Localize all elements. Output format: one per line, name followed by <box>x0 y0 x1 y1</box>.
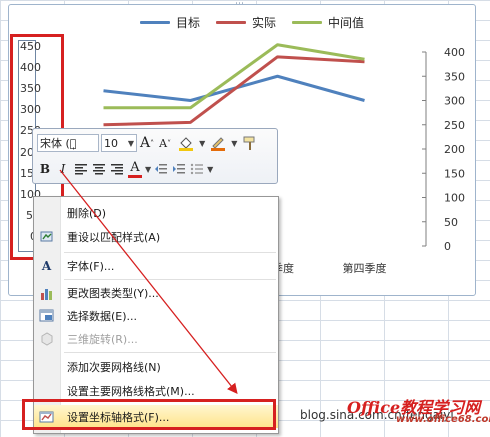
menu-item-select-data[interactable]: 选择数据(E)... <box>34 304 278 327</box>
italic-button[interactable]: I <box>55 159 71 179</box>
right-axis[interactable]: 400 350 300 250 200 150 100 50 0 <box>422 46 465 253</box>
format-painter-icon <box>243 136 255 150</box>
font-size-value: 10 <box>104 136 118 150</box>
increase-indent-icon <box>173 164 186 174</box>
right-axis-tick-label: 0 <box>444 240 451 253</box>
grow-font-label: A <box>140 135 151 151</box>
series-lines <box>103 43 365 127</box>
menu-item-label: 字体(F)... <box>67 259 115 273</box>
mini-toolbar-row-1: 宋体 (正̩ 10 ▼ A ˄ A ˅ ▼ ▼ <box>37 132 261 154</box>
outline-color-button[interactable] <box>207 133 229 153</box>
right-axis-tick-label: 150 <box>444 167 465 180</box>
select-data-icon <box>38 307 55 324</box>
menu-item-label: 三维旋转(R)... <box>67 332 138 346</box>
font-name-field[interactable]: 宋体 (正̩ <box>37 134 99 152</box>
bullet-list-icon <box>190 163 204 175</box>
chevron-down-icon: ▼ <box>127 138 134 148</box>
bold-button[interactable]: B <box>37 159 53 179</box>
right-axis-tick-label: 250 <box>444 119 465 132</box>
right-axis-tick-label: 200 <box>444 143 465 156</box>
shrink-font-button[interactable]: A ˅ <box>157 133 173 153</box>
font-color-button[interactable]: A <box>127 159 143 179</box>
menu-separator <box>64 352 276 353</box>
menu-item-change-chart-type[interactable]: 更改图表类型(Y)... <box>34 281 278 304</box>
menu-item-font[interactable]: A 字体(F)... <box>34 254 278 277</box>
menu-item-label: 删除(D) <box>67 206 107 220</box>
pen-outline-icon <box>211 137 226 151</box>
right-axis-tick-label: 100 <box>444 192 465 205</box>
menu-item-label: 添加次要网格线(N) <box>67 360 161 374</box>
font-color-label: A <box>130 159 140 175</box>
shrink-font-indicator: ˅ <box>167 138 172 148</box>
annotation-box-format-axis <box>22 399 276 430</box>
decrease-indent-icon <box>155 164 168 174</box>
menu-item-delete[interactable]: 删除(D) <box>34 201 278 224</box>
menu-separator <box>64 279 276 280</box>
series-line-2[interactable] <box>103 43 365 110</box>
right-axis-tick-label: 350 <box>444 70 465 83</box>
font-name-value: 宋体 (正̩ <box>40 137 77 150</box>
format-painter-button[interactable] <box>239 133 261 153</box>
align-center-icon <box>93 164 105 175</box>
align-left-icon <box>75 164 87 175</box>
mini-toolbar-row-2: B I A ▼ ▼ <box>37 158 213 180</box>
menu-item-label: 重设以匹配样式(A) <box>67 230 161 244</box>
chevron-down-icon[interactable]: ▼ <box>207 165 213 174</box>
category-tick-label: 第四季度 <box>343 261 387 275</box>
align-center-button[interactable] <box>91 159 107 179</box>
right-axis-tick-label: 400 <box>444 46 465 59</box>
chevron-down-icon[interactable]: ▼ <box>145 165 151 174</box>
mini-format-toolbar: 宋体 (正̩ 10 ▼ A ˄ A ˅ ▼ ▼ B I A ▼ ▼ <box>32 128 278 184</box>
right-axis-tick-label: 50 <box>444 216 458 229</box>
menu-item-add-minor-gridlines[interactable]: 添加次要网格线(N) <box>34 355 278 378</box>
3d-rotate-icon <box>38 330 55 347</box>
shrink-font-label: A <box>159 136 168 150</box>
chevron-down-icon[interactable]: ▼ <box>199 139 205 148</box>
menu-item-3d-rotation: 三维旋转(R)... <box>34 327 278 350</box>
italic-label: I <box>60 162 66 176</box>
grow-font-indicator: ˄ <box>150 138 155 148</box>
decrease-indent-button[interactable] <box>153 159 169 179</box>
menu-item-reset-style[interactable]: 重设以匹配样式(A) <box>34 225 278 248</box>
fill-color-button[interactable] <box>175 133 197 153</box>
chart-type-icon <box>38 284 55 301</box>
watermark-url: www.office68.com <box>396 414 490 425</box>
font-size-field[interactable]: 10 ▼ <box>101 134 137 152</box>
grow-font-button[interactable]: A ˄ <box>139 133 155 153</box>
align-left-button[interactable] <box>73 159 89 179</box>
align-right-button[interactable] <box>109 159 125 179</box>
reset-style-icon <box>38 228 55 245</box>
watermark-brand-latin: Office <box>347 398 401 417</box>
menu-item-label: 设置主要网格线格式(M)... <box>67 384 195 398</box>
bold-label: B <box>39 162 51 176</box>
align-right-icon <box>111 164 123 175</box>
increase-indent-button[interactable] <box>171 159 187 179</box>
right-axis-tick-label: 300 <box>444 95 465 108</box>
font-color-swatch <box>128 174 142 178</box>
chevron-down-icon[interactable]: ▼ <box>231 139 237 148</box>
font-icon: A <box>41 258 52 273</box>
paint-bucket-icon <box>179 137 194 151</box>
menu-separator <box>64 252 276 253</box>
menu-item-label: 更改图表类型(Y)... <box>67 286 159 300</box>
category-axis[interactable]: 三季度第四季度 <box>261 261 387 275</box>
menu-item-label: 选择数据(E)... <box>67 309 138 323</box>
bullets-button[interactable] <box>189 159 205 179</box>
